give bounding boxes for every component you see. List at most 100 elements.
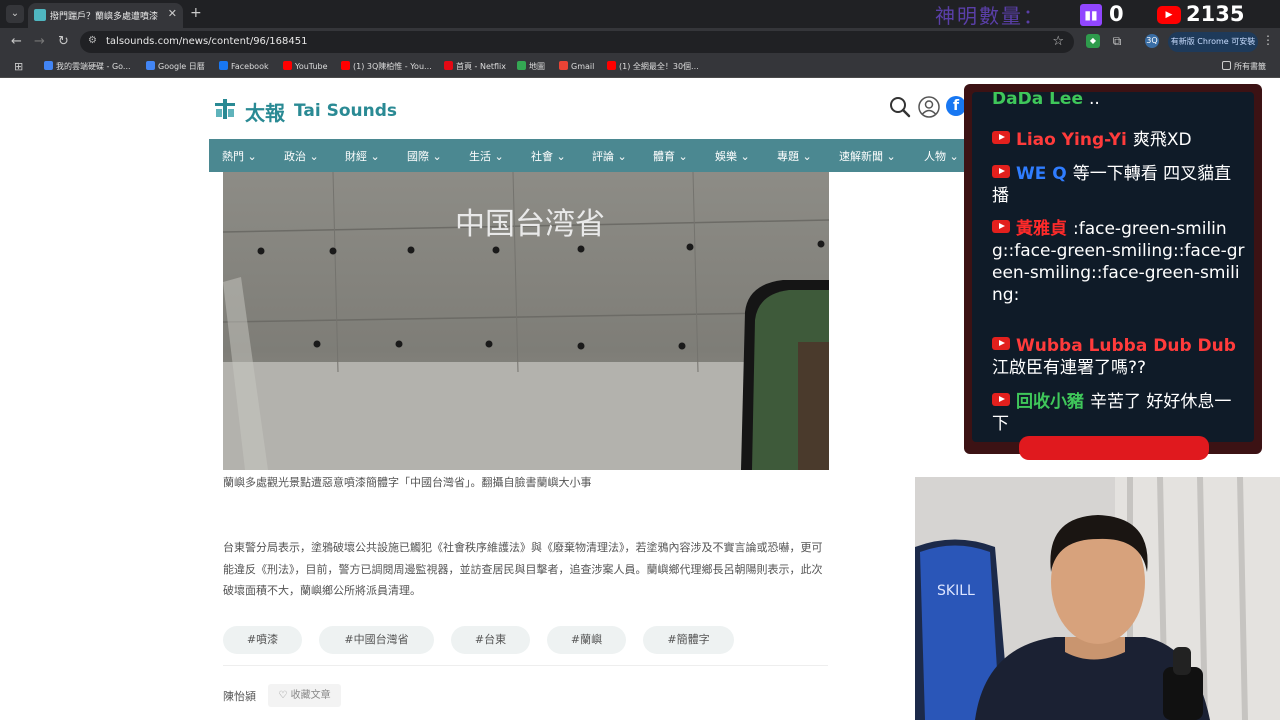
- chat-author: DaDa Lee: [992, 92, 1083, 109]
- site-logo-text[interactable]: 太報: [245, 97, 285, 126]
- extensions-puzzle-icon[interactable]: ⧉: [1110, 34, 1124, 48]
- back-arrow-icon[interactable]: ←: [11, 34, 22, 49]
- webcam-feed: SKILL: [915, 477, 1280, 720]
- tab-title: 撥門踹戶？蘭嶼多處遭噴漆「中...: [50, 12, 162, 22]
- bookmark-label: 地圖: [529, 62, 545, 71]
- youtube-icon: [992, 337, 1010, 350]
- chat-message: WE Q 等一下轉看 四叉貓直播: [992, 163, 1247, 207]
- bookmark-label: Google 日曆: [158, 62, 205, 71]
- youtube-icon: [992, 393, 1010, 406]
- kebab-menu-icon[interactable]: ⋮: [1262, 33, 1274, 47]
- article-paragraph: 台東警分局表示，塗鴉破壞公共設施已觸犯《社會秩序維護法》與《廢棄物清理法》，若塗…: [223, 541, 823, 597]
- tag-simplified-chinese[interactable]: #簡體字: [643, 626, 734, 654]
- chat-author: WE Q: [1016, 164, 1067, 184]
- user-icon[interactable]: [918, 96, 940, 118]
- graffiti-text: 中国台湾省: [455, 207, 605, 242]
- apps-grid-icon[interactable]: ⊞: [14, 60, 23, 73]
- nav-item-quick-news[interactable]: 速解新聞 ⌄: [839, 148, 896, 164]
- bookmark-favicon-icon: [559, 61, 568, 70]
- bookmark-label: (1) 全網最全！30個...: [619, 62, 699, 71]
- bookmark-star-icon[interactable]: ☆: [1052, 34, 1064, 49]
- tag-spray-paint[interactable]: #噴漆: [223, 626, 302, 654]
- chat-author: Wubba Lubba Dub Dub: [1016, 336, 1236, 356]
- bookmark-item[interactable]: (1) 全網最全！30個...: [607, 61, 699, 72]
- bookmark-favicon-icon: [283, 61, 292, 70]
- live-chat-overlay: DaDa Lee.. Liao Ying-Yi 爽飛XD WE Q 等一下轉看 四叉…: [964, 84, 1262, 460]
- bookmark-label: 我的雲端硬碟 - Go...: [56, 62, 131, 71]
- nav-item-opinion[interactable]: 評論 ⌄: [592, 148, 627, 164]
- new-tab-button[interactable]: +: [190, 5, 202, 21]
- bookmarks-bar: ⊞ 我的雲端硬碟 - Go... Google 日曆 Facebook YouT…: [0, 56, 1280, 78]
- bookmark-label: 首頁 - Netflix: [456, 62, 507, 71]
- youtube-icon: [992, 165, 1010, 178]
- nav-item-politics[interactable]: 政治 ⌄: [284, 148, 319, 164]
- bookmark-favicon-icon: [444, 61, 453, 70]
- bookmark-favicon-icon: [219, 61, 228, 70]
- nav-item-people[interactable]: 人物 ⌄: [924, 148, 959, 164]
- bookmark-favicon-icon: [517, 61, 526, 70]
- forward-arrow-icon[interactable]: →: [34, 34, 45, 49]
- bookmark-item[interactable]: 我的雲端硬碟 - Go...: [44, 61, 131, 72]
- search-icon[interactable]: [889, 96, 911, 118]
- bookmark-favicon-icon: [44, 61, 53, 70]
- site-favicon-icon: [34, 9, 46, 21]
- browser-toolbar: ← → ↻ ⚙ talsounds.com/news/content/96/16…: [0, 28, 1280, 56]
- bookmark-label: (1) 3Q陳柏惟 - You...: [353, 62, 432, 71]
- nav-item-sports[interactable]: 體育 ⌄: [653, 148, 688, 164]
- address-bar[interactable]: ⚙ talsounds.com/news/content/96/168451 ☆: [80, 31, 1074, 53]
- article-photo: 中国台湾省: [223, 172, 829, 470]
- bookmark-favicon-icon: [607, 61, 616, 70]
- save-article-label: 收藏文章: [290, 690, 331, 701]
- reload-icon[interactable]: ↻: [58, 34, 69, 49]
- chat-text: 爽飛XD: [1132, 130, 1192, 150]
- nav-item-finance[interactable]: 財經 ⌄: [345, 148, 380, 164]
- tag-taitung[interactable]: #台東: [451, 626, 530, 654]
- bookmark-label: YouTube: [295, 62, 328, 71]
- author-name[interactable]: 陳怡潁: [223, 688, 256, 704]
- url-text[interactable]: talsounds.com/news/content/96/168451: [106, 36, 307, 47]
- facebook-icon[interactable]: f: [946, 96, 966, 116]
- profile-avatar-icon[interactable]: 3Q: [1145, 34, 1159, 48]
- viewer-count-label: 神明數量：: [935, 4, 1045, 28]
- nav-item-hot[interactable]: 熱門 ⌄: [222, 148, 257, 164]
- nav-item-features[interactable]: 專題 ⌄: [777, 148, 812, 164]
- extension-shield-icon[interactable]: ◆: [1086, 34, 1100, 48]
- chat-message-list: DaDa Lee.. Liao Ying-Yi 爽飛XD WE Q 等一下轉看 四叉…: [972, 92, 1254, 442]
- chat-message: 回收小豬 辛苦了 好好休息一下: [992, 391, 1247, 435]
- bookmark-label: Gmail: [571, 62, 595, 71]
- youtube-viewer-count: 2135: [1186, 2, 1245, 26]
- all-bookmarks-button[interactable]: 所有書籤: [1222, 61, 1266, 72]
- nav-item-society[interactable]: 社會 ⌄: [531, 148, 566, 164]
- bookmark-label: Facebook: [231, 62, 269, 71]
- content-divider: [223, 665, 828, 666]
- chat-author: 黃雅貞: [1016, 219, 1067, 239]
- bookmark-favicon-icon: [341, 61, 350, 70]
- bookmark-item[interactable]: Google 日曆: [146, 61, 205, 72]
- youtube-icon: [992, 220, 1010, 233]
- bookmark-item[interactable]: 首頁 - Netflix: [444, 61, 506, 72]
- tag-china-taiwan-province[interactable]: #中國台灣省: [319, 626, 434, 654]
- nav-item-international[interactable]: 國際 ⌄: [407, 148, 442, 164]
- bookmark-item[interactable]: YouTube: [283, 61, 328, 71]
- bookmark-item[interactable]: Facebook: [219, 61, 269, 71]
- all-bookmarks-label: 所有書籤: [1234, 62, 1266, 71]
- chat-author: 回收小豬: [1016, 392, 1084, 412]
- folder-icon: [1222, 61, 1231, 70]
- browser-tab-active[interactable]: 撥門踹戶？蘭嶼多處遭噴漆「中... ✕: [28, 3, 183, 28]
- chrome-update-button[interactable]: 有新版 Chrome 可安裝: [1168, 32, 1258, 52]
- bookmark-item[interactable]: 地圖: [517, 61, 545, 72]
- nav-item-life[interactable]: 生活 ⌄: [469, 148, 504, 164]
- heart-icon: ♡: [278, 690, 288, 701]
- twitch-viewer-count: 0: [1109, 2, 1124, 26]
- site-logo-english[interactable]: Tai Sounds: [294, 101, 397, 121]
- site-info-icon[interactable]: ⚙: [88, 35, 97, 46]
- save-article-button[interactable]: ♡ 收藏文章: [268, 684, 341, 707]
- nav-item-entertainment[interactable]: 娛樂 ⌄: [715, 148, 750, 164]
- tab-search-button[interactable]: ⌄: [6, 5, 24, 23]
- bookmark-item[interactable]: (1) 3Q陳柏惟 - You...: [341, 61, 432, 72]
- tag-lanyu[interactable]: #蘭嶼: [547, 626, 626, 654]
- close-tab-icon[interactable]: ✕: [168, 7, 177, 20]
- site-logo-icon[interactable]: [214, 99, 236, 119]
- youtube-icon: [992, 131, 1010, 144]
- bookmark-item[interactable]: Gmail: [559, 61, 594, 71]
